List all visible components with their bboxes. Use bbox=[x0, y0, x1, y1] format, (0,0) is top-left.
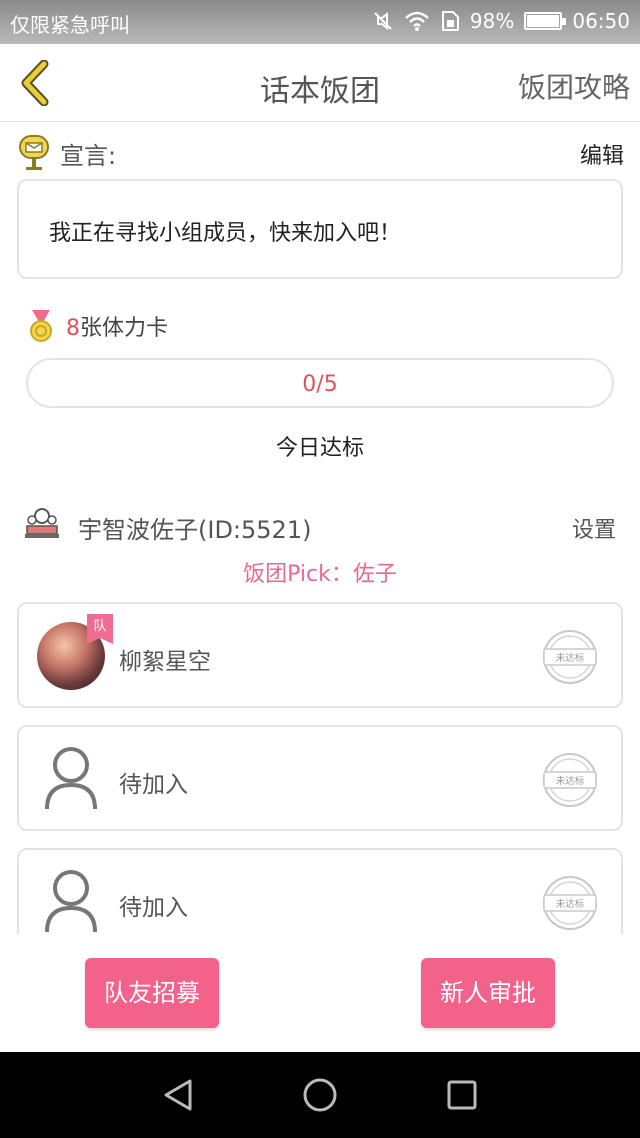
not-reached-stamp-icon: 未达标 bbox=[543, 876, 597, 930]
app-header: 话本饭团 饭团攻略 bbox=[0, 44, 640, 122]
declaration-text: 我正在寻找小组成员，快来加入吧！ bbox=[49, 221, 402, 246]
wifi-icon bbox=[405, 11, 429, 31]
back-triangle-icon[interactable] bbox=[162, 1078, 194, 1112]
stamp-text: 未达标 bbox=[556, 898, 585, 910]
team-header: 宇智波佐子(ID:5521) 设置 bbox=[24, 506, 616, 546]
system-nav-bar bbox=[0, 1052, 640, 1138]
mailbox-icon bbox=[19, 135, 49, 170]
strategy-link[interactable]: 饭团攻略 bbox=[518, 66, 630, 106]
edit-button[interactable]: 编辑 bbox=[580, 138, 624, 170]
action-footer: 队友招募 新人审批 bbox=[0, 934, 640, 1052]
user-placeholder-icon bbox=[45, 747, 97, 810]
member-card[interactable]: 队 柳絮星空 未达标 bbox=[17, 602, 623, 708]
team-name: 宇智波佐子(ID:5521) bbox=[78, 516, 312, 544]
carrier-text: 仅限紧急呼叫 bbox=[10, 13, 130, 37]
member-card[interactable]: 待加入 未达标 bbox=[17, 848, 623, 934]
recruit-button[interactable]: 队友招募 bbox=[85, 958, 219, 1028]
member-list-clip: 待加入 未达标 bbox=[0, 840, 640, 934]
stamp-text: 未达标 bbox=[556, 652, 585, 664]
stamina-card-text: 8张体力卡 bbox=[66, 310, 168, 342]
stamina-card-count: 8 bbox=[66, 316, 80, 341]
stamp-text: 未达标 bbox=[556, 775, 585, 787]
recent-square-icon[interactable] bbox=[446, 1079, 478, 1111]
home-circle-icon[interactable] bbox=[302, 1077, 338, 1113]
mute-icon bbox=[374, 11, 392, 31]
declaration-header: 宣言: 编辑 bbox=[18, 132, 624, 172]
daily-target-label: 今日达标 bbox=[275, 436, 364, 461]
stamina-card-label: 张体力卡 bbox=[80, 316, 169, 341]
progress-bar: 0/5 bbox=[26, 358, 614, 408]
sim-icon bbox=[441, 11, 459, 31]
member-name: 待加入 bbox=[119, 772, 188, 798]
declaration-box: 我正在寻找小组成员，快来加入吧！ bbox=[17, 179, 623, 279]
medal-icon bbox=[30, 310, 52, 342]
member-card[interactable]: 待加入 未达标 bbox=[17, 725, 623, 831]
status-bar: 仅限紧急呼叫 98% 06:50 bbox=[0, 0, 640, 44]
member-name: 待加入 bbox=[119, 895, 188, 921]
declaration-label: 宣言: bbox=[60, 142, 117, 170]
stamina-card-row: 8张体力卡 bbox=[28, 308, 168, 344]
progress-text: 0/5 bbox=[302, 372, 338, 397]
status-icons: 98% 06:50 bbox=[372, 9, 630, 33]
battery-icon bbox=[524, 12, 567, 30]
battery-percent: 98% bbox=[469, 9, 515, 33]
not-reached-stamp-icon: 未达标 bbox=[543, 753, 597, 807]
team-icon bbox=[25, 508, 59, 538]
settings-button[interactable]: 设置 bbox=[572, 512, 616, 544]
clock: 06:50 bbox=[572, 9, 630, 33]
battery-level bbox=[527, 15, 559, 27]
approve-button[interactable]: 新人审批 bbox=[421, 958, 555, 1028]
team-pick: 饭团Pick：佐子 bbox=[243, 562, 397, 587]
not-reached-stamp-icon: 未达标 bbox=[543, 630, 597, 684]
user-placeholder-icon bbox=[45, 870, 97, 933]
member-name: 柳絮星空 bbox=[119, 649, 211, 675]
